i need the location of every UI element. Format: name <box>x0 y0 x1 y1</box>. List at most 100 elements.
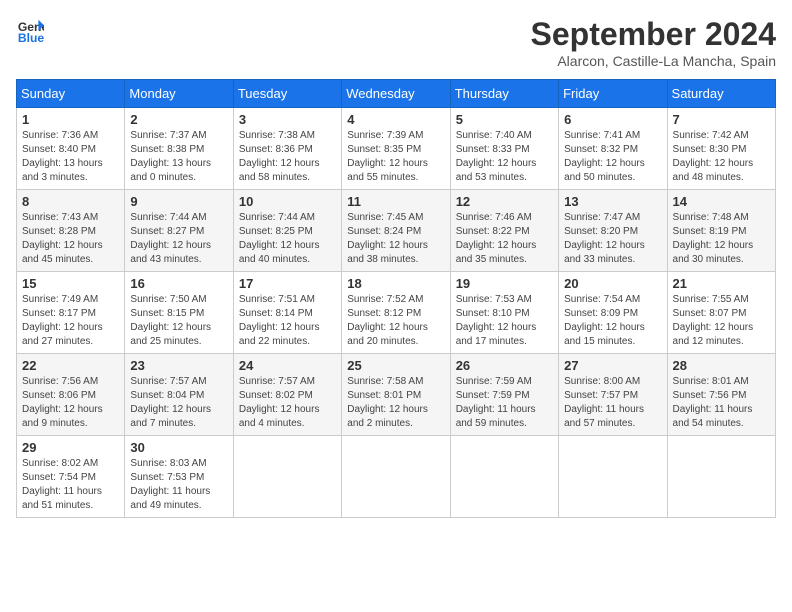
day-cell: 2 Sunrise: 7:37 AM Sunset: 8:38 PM Dayli… <box>125 108 233 190</box>
weekday-header-thursday: Thursday <box>450 80 558 108</box>
day-detail: Sunrise: 7:39 AM Sunset: 8:35 PM Dayligh… <box>347 129 444 185</box>
logo: General Blue <box>16 16 44 44</box>
day-cell: 7 Sunrise: 7:42 AM Sunset: 8:30 PM Dayli… <box>667 108 775 190</box>
day-cell: 15 Sunrise: 7:49 AM Sunset: 8:17 PM Dayl… <box>17 272 125 354</box>
day-detail: Sunrise: 7:57 AM Sunset: 8:04 PM Dayligh… <box>130 375 227 431</box>
week-row-4: 22 Sunrise: 7:56 AM Sunset: 8:06 PM Dayl… <box>17 354 776 436</box>
day-number: 15 <box>22 276 119 291</box>
weekday-header-monday: Monday <box>125 80 233 108</box>
day-detail: Sunrise: 7:58 AM Sunset: 8:01 PM Dayligh… <box>347 375 444 431</box>
day-detail: Sunrise: 7:52 AM Sunset: 8:12 PM Dayligh… <box>347 293 444 349</box>
day-number: 26 <box>456 358 553 373</box>
day-number: 12 <box>456 194 553 209</box>
day-detail: Sunrise: 7:44 AM Sunset: 8:27 PM Dayligh… <box>130 211 227 267</box>
day-cell: 19 Sunrise: 7:53 AM Sunset: 8:10 PM Dayl… <box>450 272 558 354</box>
day-cell: 27 Sunrise: 8:00 AM Sunset: 7:57 PM Dayl… <box>559 354 667 436</box>
day-number: 1 <box>22 112 119 127</box>
calendar-table: SundayMondayTuesdayWednesdayThursdayFrid… <box>16 79 776 518</box>
day-cell: 29 Sunrise: 8:02 AM Sunset: 7:54 PM Dayl… <box>17 436 125 518</box>
day-detail: Sunrise: 7:37 AM Sunset: 8:38 PM Dayligh… <box>130 129 227 185</box>
day-number: 4 <box>347 112 444 127</box>
day-detail: Sunrise: 7:46 AM Sunset: 8:22 PM Dayligh… <box>456 211 553 267</box>
day-cell: 5 Sunrise: 7:40 AM Sunset: 8:33 PM Dayli… <box>450 108 558 190</box>
day-detail: Sunrise: 7:43 AM Sunset: 8:28 PM Dayligh… <box>22 211 119 267</box>
svg-text:Blue: Blue <box>18 31 44 44</box>
day-detail: Sunrise: 7:44 AM Sunset: 8:25 PM Dayligh… <box>239 211 336 267</box>
day-cell <box>233 436 341 518</box>
weekday-header-sunday: Sunday <box>17 80 125 108</box>
day-cell: 26 Sunrise: 7:59 AM Sunset: 7:59 PM Dayl… <box>450 354 558 436</box>
day-number: 11 <box>347 194 444 209</box>
day-cell: 6 Sunrise: 7:41 AM Sunset: 8:32 PM Dayli… <box>559 108 667 190</box>
day-number: 10 <box>239 194 336 209</box>
day-detail: Sunrise: 7:50 AM Sunset: 8:15 PM Dayligh… <box>130 293 227 349</box>
day-number: 18 <box>347 276 444 291</box>
day-detail: Sunrise: 8:01 AM Sunset: 7:56 PM Dayligh… <box>673 375 770 431</box>
day-detail: Sunrise: 7:57 AM Sunset: 8:02 PM Dayligh… <box>239 375 336 431</box>
day-cell: 4 Sunrise: 7:39 AM Sunset: 8:35 PM Dayli… <box>342 108 450 190</box>
day-detail: Sunrise: 8:03 AM Sunset: 7:53 PM Dayligh… <box>130 457 227 513</box>
day-cell: 12 Sunrise: 7:46 AM Sunset: 8:22 PM Dayl… <box>450 190 558 272</box>
day-number: 28 <box>673 358 770 373</box>
day-number: 23 <box>130 358 227 373</box>
day-number: 6 <box>564 112 661 127</box>
day-number: 13 <box>564 194 661 209</box>
day-detail: Sunrise: 7:49 AM Sunset: 8:17 PM Dayligh… <box>22 293 119 349</box>
day-detail: Sunrise: 7:53 AM Sunset: 8:10 PM Dayligh… <box>456 293 553 349</box>
weekday-header-wednesday: Wednesday <box>342 80 450 108</box>
title-block: September 2024 Alarcon, Castille-La Manc… <box>531 16 776 69</box>
day-detail: Sunrise: 7:48 AM Sunset: 8:19 PM Dayligh… <box>673 211 770 267</box>
day-detail: Sunrise: 7:55 AM Sunset: 8:07 PM Dayligh… <box>673 293 770 349</box>
day-number: 7 <box>673 112 770 127</box>
day-number: 5 <box>456 112 553 127</box>
day-number: 22 <box>22 358 119 373</box>
day-detail: Sunrise: 7:40 AM Sunset: 8:33 PM Dayligh… <box>456 129 553 185</box>
day-cell: 28 Sunrise: 8:01 AM Sunset: 7:56 PM Dayl… <box>667 354 775 436</box>
day-cell: 24 Sunrise: 7:57 AM Sunset: 8:02 PM Dayl… <box>233 354 341 436</box>
day-cell: 14 Sunrise: 7:48 AM Sunset: 8:19 PM Dayl… <box>667 190 775 272</box>
day-number: 17 <box>239 276 336 291</box>
day-detail: Sunrise: 7:56 AM Sunset: 8:06 PM Dayligh… <box>22 375 119 431</box>
day-number: 2 <box>130 112 227 127</box>
day-cell: 10 Sunrise: 7:44 AM Sunset: 8:25 PM Dayl… <box>233 190 341 272</box>
day-cell: 25 Sunrise: 7:58 AM Sunset: 8:01 PM Dayl… <box>342 354 450 436</box>
day-cell: 13 Sunrise: 7:47 AM Sunset: 8:20 PM Dayl… <box>559 190 667 272</box>
day-detail: Sunrise: 7:42 AM Sunset: 8:30 PM Dayligh… <box>673 129 770 185</box>
day-number: 8 <box>22 194 119 209</box>
day-number: 29 <box>22 440 119 455</box>
day-cell: 23 Sunrise: 7:57 AM Sunset: 8:04 PM Dayl… <box>125 354 233 436</box>
day-cell: 16 Sunrise: 7:50 AM Sunset: 8:15 PM Dayl… <box>125 272 233 354</box>
day-detail: Sunrise: 8:02 AM Sunset: 7:54 PM Dayligh… <box>22 457 119 513</box>
location: Alarcon, Castille-La Mancha, Spain <box>531 53 776 69</box>
day-detail: Sunrise: 7:36 AM Sunset: 8:40 PM Dayligh… <box>22 129 119 185</box>
day-detail: Sunrise: 7:47 AM Sunset: 8:20 PM Dayligh… <box>564 211 661 267</box>
day-detail: Sunrise: 7:41 AM Sunset: 8:32 PM Dayligh… <box>564 129 661 185</box>
day-cell: 22 Sunrise: 7:56 AM Sunset: 8:06 PM Dayl… <box>17 354 125 436</box>
day-cell: 30 Sunrise: 8:03 AM Sunset: 7:53 PM Dayl… <box>125 436 233 518</box>
day-number: 9 <box>130 194 227 209</box>
day-detail: Sunrise: 7:38 AM Sunset: 8:36 PM Dayligh… <box>239 129 336 185</box>
header: General Blue September 2024 Alarcon, Cas… <box>16 16 776 69</box>
day-number: 27 <box>564 358 661 373</box>
day-number: 30 <box>130 440 227 455</box>
day-detail: Sunrise: 8:00 AM Sunset: 7:57 PM Dayligh… <box>564 375 661 431</box>
day-detail: Sunrise: 7:45 AM Sunset: 8:24 PM Dayligh… <box>347 211 444 267</box>
day-cell <box>450 436 558 518</box>
weekday-header-friday: Friday <box>559 80 667 108</box>
weekday-header-saturday: Saturday <box>667 80 775 108</box>
day-number: 19 <box>456 276 553 291</box>
day-cell: 11 Sunrise: 7:45 AM Sunset: 8:24 PM Dayl… <box>342 190 450 272</box>
logo-icon: General Blue <box>16 16 44 44</box>
weekday-header-tuesday: Tuesday <box>233 80 341 108</box>
day-detail: Sunrise: 7:54 AM Sunset: 8:09 PM Dayligh… <box>564 293 661 349</box>
day-number: 25 <box>347 358 444 373</box>
day-number: 16 <box>130 276 227 291</box>
day-number: 24 <box>239 358 336 373</box>
day-cell: 8 Sunrise: 7:43 AM Sunset: 8:28 PM Dayli… <box>17 190 125 272</box>
day-cell: 3 Sunrise: 7:38 AM Sunset: 8:36 PM Dayli… <box>233 108 341 190</box>
day-cell <box>667 436 775 518</box>
week-row-3: 15 Sunrise: 7:49 AM Sunset: 8:17 PM Dayl… <box>17 272 776 354</box>
week-row-2: 8 Sunrise: 7:43 AM Sunset: 8:28 PM Dayli… <box>17 190 776 272</box>
day-cell: 20 Sunrise: 7:54 AM Sunset: 8:09 PM Dayl… <box>559 272 667 354</box>
day-number: 14 <box>673 194 770 209</box>
